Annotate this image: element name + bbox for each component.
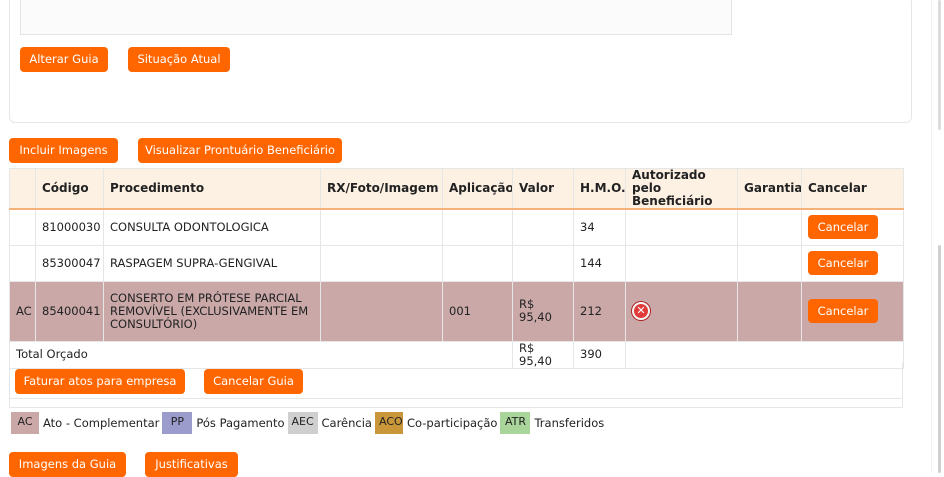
table-row: 81000030 CONSULTA ODONTOLOGICA 34 Cancel… xyxy=(9,208,904,246)
legend-chip-ac: AC xyxy=(11,412,39,434)
row-cancel-cell: Cancelar xyxy=(801,280,904,342)
table-row: AC 85400041 CONSERTO EM PRÓTESE PARCIAL … xyxy=(9,280,904,342)
row-codigo: 85400041 xyxy=(35,280,104,342)
legend-label-ac: Ato - Complementar xyxy=(43,416,160,430)
row-tag: AC xyxy=(9,280,36,342)
alterar-guia-button[interactable]: Alterar Guia xyxy=(20,47,108,72)
cancelar-row-button[interactable]: Cancelar xyxy=(808,299,878,323)
legend-chip-aec: AEC xyxy=(287,412,318,434)
incluir-imagens-button[interactable]: Incluir Imagens xyxy=(9,138,118,163)
legend-chip-atr: ATR xyxy=(500,412,531,434)
row-garantia xyxy=(737,208,802,246)
col-cancelar-header: Cancelar xyxy=(801,168,904,210)
cancelar-row-button[interactable]: Cancelar xyxy=(808,215,878,240)
row-rx xyxy=(320,244,443,282)
row-cancel-cell: Cancelar xyxy=(801,208,904,246)
row-hmo: 34 xyxy=(573,208,626,246)
legend-label-aec: Carência xyxy=(321,416,372,430)
row-autorizado xyxy=(625,208,738,246)
legend-label-atr: Transferidos xyxy=(534,416,605,430)
imagens-da-guia-button[interactable]: Imagens da Guia xyxy=(9,452,126,477)
col-procedimento-header: Procedimento xyxy=(103,168,321,210)
col-aplicacao-header: Aplicação xyxy=(442,168,513,210)
row-aplicacao xyxy=(442,208,513,246)
legend-label-pp: Pós Pagamento xyxy=(196,416,285,430)
cancelar-guia-button[interactable]: Cancelar Guia xyxy=(204,369,303,394)
visualizar-prontuario-button[interactable]: Visualizar Prontuário Beneficiário xyxy=(138,138,342,163)
row-valor: R$ 95,40 xyxy=(512,280,574,342)
row-rx xyxy=(320,208,443,246)
row-rx xyxy=(320,280,443,342)
row-garantia xyxy=(737,280,802,342)
justificativas-button[interactable]: Justificativas xyxy=(145,452,238,477)
row-codigo: 85300047 xyxy=(35,244,104,282)
row-codigo: 81000030 xyxy=(35,208,104,246)
col-rx-header: RX/Foto/Imagem xyxy=(320,168,443,210)
row-autorizado: ✕ xyxy=(625,280,738,342)
col-hmo-header: H.M.O. xyxy=(573,168,626,210)
scrollbar-thumb[interactable] xyxy=(938,0,941,130)
legend-chip-aco: ACO xyxy=(374,412,403,434)
row-aplicacao xyxy=(442,244,513,282)
page-scrollbar[interactable] xyxy=(931,0,944,473)
row-procedimento: CONSULTA ODONTOLOGICA xyxy=(103,208,321,246)
row-valor xyxy=(512,208,574,246)
row-procedimento: RASPAGEM SUPRA-GENGIVAL xyxy=(103,244,321,282)
row-valor xyxy=(512,244,574,282)
col-valor-header: Valor xyxy=(512,168,574,210)
scrollbar-track xyxy=(931,0,932,473)
observations-textarea[interactable] xyxy=(20,0,732,35)
cancelar-row-button[interactable]: Cancelar xyxy=(808,251,878,275)
row-tag xyxy=(9,244,36,282)
row-autorizado xyxy=(625,244,738,282)
row-hmo: 144 xyxy=(573,244,626,282)
col-tag-header xyxy=(9,168,36,210)
row-procedimento: CONSERTO EM PRÓTESE PARCIAL REMOVÍVEL (E… xyxy=(103,280,321,342)
row-cancel-cell: Cancelar xyxy=(801,244,904,282)
col-codigo-header: Código xyxy=(35,168,104,210)
scrollbar-thumb-lower[interactable] xyxy=(938,245,941,473)
row-hmo: 212 xyxy=(573,280,626,342)
col-garantia-header: Garantia xyxy=(737,168,802,210)
x-circle-icon: ✕ xyxy=(632,302,650,320)
row-tag xyxy=(9,208,36,246)
procedures-table: Código Procedimento RX/Foto/Imagem Aplic… xyxy=(9,168,904,369)
legend-label-aco: Co-participação xyxy=(406,416,498,430)
row-garantia xyxy=(737,244,802,282)
row-aplicacao: 001 xyxy=(442,280,513,342)
faturar-atos-button[interactable]: Faturar atos para empresa xyxy=(15,369,185,394)
situacao-atual-button[interactable]: Situação Atual xyxy=(128,47,230,72)
legend-chip-pp: PP xyxy=(162,412,193,434)
col-autorizado-header: Autorizado pelo Beneficiário xyxy=(625,168,738,210)
table-row: 85300047 RASPAGEM SUPRA-GENGIVAL 144 Can… xyxy=(9,244,904,282)
legend: AC Ato - Complementar PP Pós Pagamento A… xyxy=(11,412,607,434)
table-header-row: Código Procedimento RX/Foto/Imagem Aplic… xyxy=(9,168,904,210)
